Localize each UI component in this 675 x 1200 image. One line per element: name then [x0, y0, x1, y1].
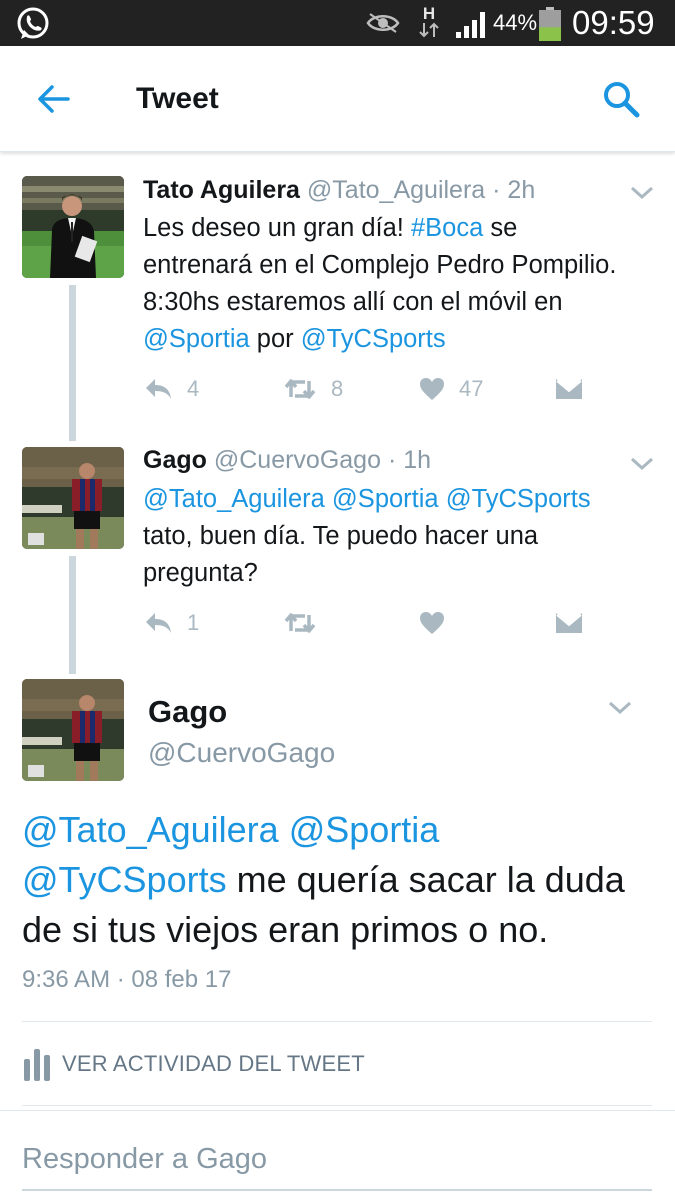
reply-button[interactable]: 1 — [143, 608, 199, 638]
mention-link[interactable]: @Sportia — [143, 325, 250, 353]
tweet-actions: 1 — [143, 608, 643, 638]
direct-message-button[interactable] — [555, 608, 583, 638]
tweet-header: Tato Aguilera @Tato_Aguilera · 2h — [143, 176, 535, 205]
retweet-button[interactable] — [283, 608, 317, 638]
input-underline — [22, 1189, 652, 1191]
author-name[interactable]: Gago — [148, 694, 227, 730]
search-icon[interactable] — [600, 78, 642, 120]
retweet-button[interactable]: 8 — [283, 374, 343, 404]
battery-icon — [539, 7, 561, 41]
mention-link[interactable]: @TyCSports — [301, 325, 446, 353]
arrow-left-icon[interactable] — [32, 78, 74, 120]
tweet-header: Gago @CuervoGago · 1h — [143, 446, 431, 475]
like-button[interactable]: 47 — [419, 374, 483, 404]
eye-icon — [366, 13, 400, 33]
author-name[interactable]: Gago — [143, 446, 207, 474]
battery-percent: 44% — [493, 10, 538, 35]
like-count: 47 — [459, 376, 484, 401]
tweet-actions: 4 8 47 — [143, 374, 643, 404]
tweet-text: @Tato_Aguilera @Sportia @TyCSports tato,… — [143, 485, 591, 587]
envelope-icon — [556, 613, 582, 633]
reply-icon — [146, 379, 171, 399]
page-title: Tweet — [136, 82, 219, 115]
tweet-time: · 1h — [387, 446, 432, 474]
mention-link[interactable]: @TyCSports — [446, 485, 591, 513]
reply-button[interactable]: 4 — [143, 374, 199, 404]
divider — [22, 1021, 652, 1022]
retweet-count: 8 — [331, 376, 344, 401]
tweet-text: @Tato_Aguilera @Sportia @TyCSports me qu… — [22, 809, 625, 950]
retweet-icon — [284, 613, 316, 633]
cell-signal-icon — [456, 12, 485, 38]
mention-link[interactable]: @Sportia — [289, 809, 440, 850]
tweet-timestamp: 9:36 AM · 08 feb 17 — [22, 966, 232, 993]
chevron-down-icon[interactable] — [606, 697, 634, 717]
reply-count: 1 — [187, 610, 200, 635]
avatar[interactable] — [22, 679, 124, 781]
reply-input[interactable]: Responder a Gago — [22, 1143, 267, 1176]
whatsapp-icon — [17, 7, 49, 39]
mention-link[interactable]: @Sportia — [332, 485, 439, 513]
author-name[interactable]: Tato Aguilera — [143, 176, 300, 204]
thread-connector — [69, 556, 76, 674]
mention-link[interactable]: @TyCSports — [22, 859, 227, 900]
tweet-time: · 2h — [492, 176, 536, 204]
hashtag-link[interactable]: #Boca — [411, 214, 483, 242]
hspa-signal-icon: H — [418, 5, 440, 42]
thread-connector — [69, 285, 76, 441]
reply-icon — [146, 613, 171, 633]
divider — [22, 1105, 652, 1106]
activity-label: VER ACTIVIDAD DEL TWEET — [62, 1051, 365, 1076]
tweet-activity-link[interactable]: VER ACTIVIDAD DEL TWEET — [22, 1044, 365, 1084]
like-button[interactable] — [419, 608, 445, 638]
envelope-icon — [556, 379, 582, 399]
author-handle[interactable]: @Tato_Aguilera — [307, 176, 485, 204]
avatar[interactable] — [22, 447, 124, 549]
clock: 09:59 — [572, 4, 655, 41]
author-handle[interactable]: @CuervoGago — [214, 446, 381, 474]
chevron-down-icon[interactable] — [628, 182, 656, 202]
chevron-down-icon[interactable] — [628, 453, 656, 473]
tweet-text: Les deseo un gran día! #Boca se entrenar… — [143, 214, 617, 353]
reply-count: 4 — [187, 376, 200, 401]
mention-link[interactable]: @Tato_Aguilera — [143, 485, 325, 513]
bar-chart-icon — [24, 1049, 50, 1081]
avatar[interactable] — [22, 176, 124, 278]
status-bar: H 44% 09:59 — [0, 0, 675, 46]
heart-icon — [420, 612, 444, 634]
mention-link[interactable]: @Tato_Aguilera — [22, 809, 279, 850]
heart-icon — [420, 378, 444, 400]
reply-composer[interactable]: Responder a Gago — [0, 1110, 675, 1200]
app-header: Tweet — [0, 46, 675, 152]
direct-message-button[interactable] — [555, 374, 583, 404]
author-handle[interactable]: @CuervoGago — [148, 737, 335, 769]
retweet-icon — [284, 379, 316, 399]
